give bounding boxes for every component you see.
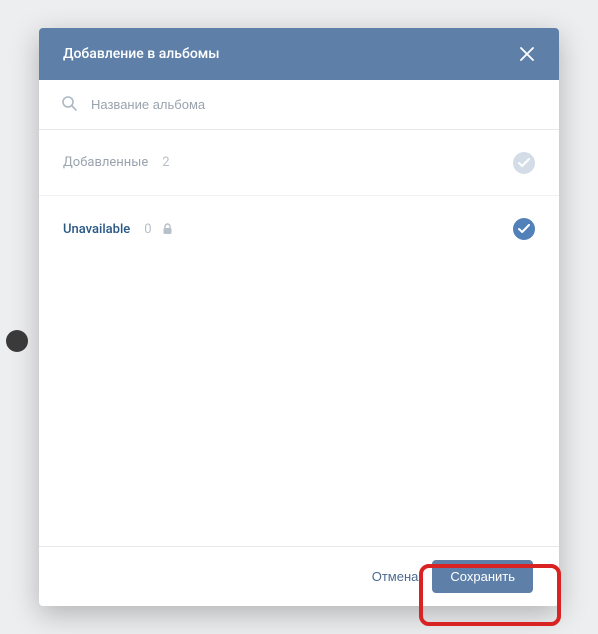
close-button[interactable]	[513, 40, 541, 68]
close-icon	[520, 47, 534, 61]
add-to-albums-modal: Добавление в альбомы Добавленные 2	[39, 28, 559, 606]
checkmark-icon	[518, 158, 530, 168]
search-icon	[61, 95, 77, 115]
album-name: Добавленные	[63, 155, 148, 170]
album-list: Добавленные 2 Unavailable 0	[39, 130, 559, 546]
modal-title: Добавление в альбомы	[63, 46, 220, 62]
album-check[interactable]	[513, 152, 535, 174]
album-list-item[interactable]: Unavailable 0	[39, 196, 559, 262]
search-row	[39, 80, 559, 130]
modal-backdrop: Добавление в альбомы Добавленные 2	[0, 0, 598, 634]
modal-footer: Отмена Сохранить	[39, 546, 559, 606]
cancel-button[interactable]: Отмена	[364, 561, 427, 592]
checkmark-icon	[518, 224, 530, 234]
modal-header: Добавление в альбомы	[39, 28, 559, 80]
album-list-item[interactable]: Добавленные 2	[39, 130, 559, 196]
save-button[interactable]: Сохранить	[432, 560, 533, 593]
album-check[interactable]	[513, 218, 535, 240]
lock-icon	[162, 223, 173, 235]
album-count: 2	[162, 155, 169, 170]
album-search-input[interactable]	[91, 97, 537, 112]
album-name: Unavailable	[63, 222, 130, 237]
album-count: 0	[144, 222, 151, 237]
